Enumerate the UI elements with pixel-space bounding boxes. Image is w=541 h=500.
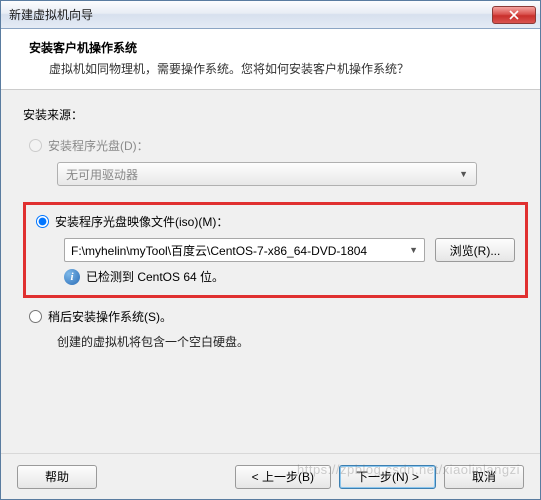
close-button[interactable] xyxy=(492,6,536,24)
detection-info: i 已检测到 CentOS 64 位。 xyxy=(64,268,515,285)
iso-row: F:\myhelin\myTool\百度云\CentOS-7-x86_64-DV… xyxy=(64,238,515,262)
wizard-window: 新建虚拟机向导 安装客户机操作系统 虚拟机如同物理机，需要操作系统。您将如何安装… xyxy=(0,0,541,500)
radio-iso-label: 安装程序光盘映像文件(iso)(M)： xyxy=(55,213,228,230)
radio-later-label: 稍后安装操作系统(S)。 xyxy=(48,308,172,325)
iso-path-combo[interactable]: F:\myhelin\myTool\百度云\CentOS-7-x86_64-DV… xyxy=(64,238,425,262)
close-icon xyxy=(509,10,519,20)
wizard-footer: 帮助 < 上一步(B) 下一步(N) > 取消 xyxy=(1,453,540,499)
disc-dropdown-value: 无可用驱动器 xyxy=(66,166,138,183)
header-subtitle: 虚拟机如同物理机，需要操作系统。您将如何安装客户机操作系统？ xyxy=(29,60,522,77)
chevron-down-icon: ▼ xyxy=(459,169,468,179)
install-source-group: 安装程序光盘(D)： 无可用驱动器 ▼ 安装程序光盘映像文件(iso)(M)： … xyxy=(29,137,522,350)
window-title: 新建虚拟机向导 xyxy=(9,6,492,23)
back-button[interactable]: < 上一步(B) xyxy=(235,465,331,489)
radio-iso[interactable]: 安装程序光盘映像文件(iso)(M)： xyxy=(36,213,515,230)
header-title: 安装客户机操作系统 xyxy=(29,39,522,56)
wizard-body: 安装来源： 安装程序光盘(D)： 无可用驱动器 ▼ 安装程序光盘映像文件(iso… xyxy=(1,90,540,470)
later-note: 创建的虚拟机将包含一个空白硬盘。 xyxy=(57,333,522,350)
next-button[interactable]: 下一步(N) > xyxy=(339,465,436,489)
titlebar: 新建虚拟机向导 xyxy=(1,1,540,29)
radio-later[interactable]: 稍后安装操作系统(S)。 xyxy=(29,308,522,325)
iso-path-value: F:\myhelin\myTool\百度云\CentOS-7-x86_64-DV… xyxy=(71,242,367,259)
radio-disc[interactable]: 安装程序光盘(D)： xyxy=(29,137,522,154)
browse-button[interactable]: 浏览(R)... xyxy=(435,238,515,262)
disc-dropdown: 无可用驱动器 ▼ xyxy=(57,162,477,186)
radio-disc-input xyxy=(29,139,42,152)
cancel-button[interactable]: 取消 xyxy=(444,465,524,489)
wizard-header: 安装客户机操作系统 虚拟机如同物理机，需要操作系统。您将如何安装客户机操作系统？ xyxy=(1,29,540,90)
radio-iso-input[interactable] xyxy=(36,215,49,228)
radio-later-input[interactable] xyxy=(29,310,42,323)
highlight-box: 安装程序光盘映像文件(iso)(M)： F:\myhelin\myTool\百度… xyxy=(23,202,528,298)
chevron-down-icon[interactable]: ▼ xyxy=(409,245,418,255)
info-icon: i xyxy=(64,269,80,285)
browse-label: 浏览(R)... xyxy=(450,242,501,259)
detection-text: 已检测到 CentOS 64 位。 xyxy=(86,268,224,285)
install-source-label: 安装来源： xyxy=(23,106,522,123)
help-button[interactable]: 帮助 xyxy=(17,465,97,489)
radio-disc-label: 安装程序光盘(D)： xyxy=(48,137,149,154)
